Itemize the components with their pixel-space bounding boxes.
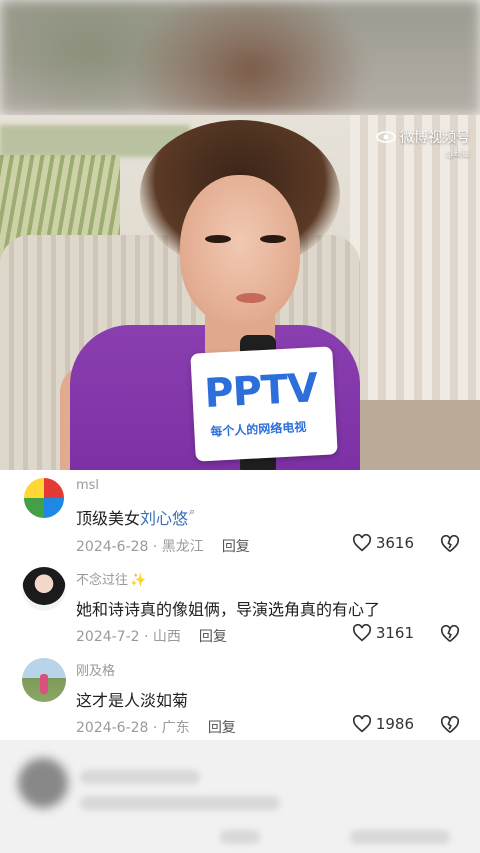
comment-list: msl 顶级美女刘心悠⌕ 2024-6-28 · 黑龙江 回复 3616 不念过往… <box>0 470 480 740</box>
broken-heart-icon[interactable] <box>440 625 460 643</box>
like-count: 3161 <box>375 624 414 642</box>
reply-button[interactable]: 回复 <box>222 539 250 555</box>
video-player[interactable]: PPTV 每个人的网络电视 微博视频号 @畸墨 <box>0 115 480 470</box>
comment-date-location: 2024-6-28 · 广东 <box>76 720 190 736</box>
video-person-face <box>180 175 300 325</box>
video-background-curtain <box>350 115 480 425</box>
comment-text: 顶级美女刘心悠⌕ <box>76 505 195 529</box>
like-button[interactable]: 3161 <box>352 624 414 642</box>
comment-meta: 2024-6-28 · 黑龙江 回复 <box>76 536 250 556</box>
comment-date-location: 2024-7-2 · 山西 <box>76 629 181 645</box>
broken-heart-icon[interactable] <box>440 535 460 553</box>
sparkle-emoji: ✨ <box>130 573 147 588</box>
comment-meta: 2024-6-28 · 广东 回复 <box>76 717 236 737</box>
watermark-handle: @畸墨 <box>446 149 470 158</box>
comment-username-row[interactable]: 不念过往 ✨ <box>76 569 146 588</box>
weibo-eye-icon <box>376 131 396 143</box>
heart-icon[interactable] <box>352 624 372 642</box>
blurred-background-bottom <box>0 740 480 853</box>
blurred-avatar <box>18 758 68 808</box>
reply-button[interactable]: 回复 <box>199 629 227 645</box>
comment-username[interactable]: 不念过往 <box>76 573 128 588</box>
reply-button[interactable]: 回复 <box>208 720 236 736</box>
blurred-line <box>80 770 200 784</box>
watermark-brand: 微博视频号 <box>400 130 470 146</box>
avatar[interactable] <box>22 476 66 520</box>
blurred-line <box>80 796 280 810</box>
like-count: 3616 <box>375 534 414 552</box>
heart-icon[interactable] <box>352 534 372 552</box>
video-person-eye-right <box>260 235 286 243</box>
weibo-watermark: 微博视频号 @畸墨 <box>376 127 470 159</box>
video-person-lips <box>236 293 266 303</box>
pptv-logo: PPTV <box>203 365 319 418</box>
comment-date-location: 2024-6-28 · 黑龙江 <box>76 539 204 555</box>
blurred-background-top <box>0 0 480 115</box>
blurred-line <box>350 830 450 844</box>
comment-text: 她和诗诗真的像姐俩，导演选角真的有心了 <box>76 600 381 619</box>
like-count: 1986 <box>375 715 414 733</box>
comment-text: 这才是人淡如菊 <box>76 691 189 710</box>
like-button[interactable]: 1986 <box>352 715 414 733</box>
broken-heart-icon[interactable] <box>440 716 460 734</box>
search-icon[interactable]: ⌕ <box>189 505 195 518</box>
comment-text-prefix: 顶级美女 <box>76 509 141 528</box>
avatar[interactable] <box>22 567 66 611</box>
topic-link[interactable]: 刘心悠 <box>140 509 188 528</box>
like-button[interactable]: 3616 <box>352 534 414 552</box>
blurred-line <box>220 830 260 844</box>
comment-username[interactable]: msl <box>76 478 99 493</box>
video-person-eye-left <box>205 235 231 243</box>
comment-meta: 2024-7-2 · 山西 回复 <box>76 626 227 646</box>
heart-icon[interactable] <box>352 715 372 733</box>
comment-username[interactable]: 刚及格 <box>76 660 115 679</box>
pptv-slogan: 每个人的网络电视 <box>210 419 307 439</box>
avatar[interactable] <box>22 658 66 702</box>
pptv-mic-flag: PPTV 每个人的网络电视 <box>190 346 338 462</box>
